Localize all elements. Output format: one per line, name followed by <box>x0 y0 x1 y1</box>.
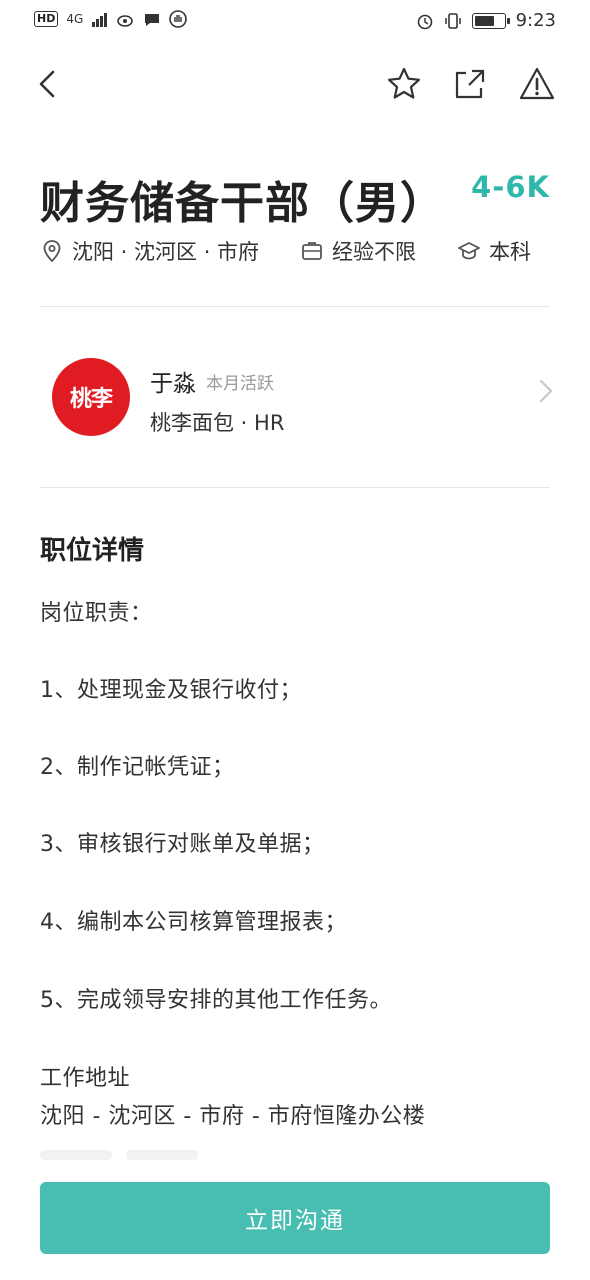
duties-heading: 岗位职责： <box>40 601 153 626</box>
address-heading: 工作地址 <box>40 1066 131 1091</box>
report-warning-icon <box>519 67 555 100</box>
chat-now-button[interactable]: 立即沟通 <box>40 1182 550 1254</box>
tag-chip <box>40 1150 112 1160</box>
education-text: 本科 <box>489 240 531 264</box>
duty-item: 2、制作记帐凭证； <box>40 755 235 780</box>
section-title-details: 职位详情 <box>40 536 145 566</box>
recruiter-name: 于淼 <box>150 371 196 397</box>
duty-item: 3、审核银行对账单及单据； <box>40 832 325 857</box>
network-type: 4G <box>66 12 84 26</box>
status-bar: HD 4G 9:23 <box>0 0 590 44</box>
duty-item: 5、完成领导安排的其他工作任务。 <box>40 988 392 1013</box>
briefcase-icon <box>302 242 322 260</box>
experience-text: 经验不限 <box>332 240 416 264</box>
job-location: 沈阳 · 沈河区 · 市府 <box>40 236 259 266</box>
location-text: 沈阳 · 沈河区 · 市府 <box>72 240 260 264</box>
status-time: 9:23 <box>515 10 556 31</box>
recruiter-activity: 本月活跃 <box>206 374 274 394</box>
job-experience: 经验不限 <box>300 236 416 266</box>
back-button[interactable] <box>26 62 70 106</box>
job-education: 本科 <box>457 236 531 266</box>
message-icon <box>145 14 160 26</box>
signal-icon <box>92 13 108 27</box>
graduation-cap-icon <box>458 242 480 260</box>
hand-icon <box>169 10 188 28</box>
company-logo: 桃李 <box>52 358 130 436</box>
recruiter-company-role: 桃李面包 · HR <box>150 411 285 435</box>
report-button[interactable] <box>515 62 559 106</box>
battery-icon <box>471 12 510 29</box>
vibrate-icon <box>444 12 461 29</box>
favorite-button[interactable] <box>382 62 426 106</box>
divider <box>40 306 550 307</box>
duty-item: 4、编制本公司核算管理报表； <box>40 910 347 935</box>
location-pin-icon <box>43 240 61 263</box>
star-icon <box>387 67 421 99</box>
divider <box>40 487 550 488</box>
alarm-icon <box>417 14 432 29</box>
weibo-icon <box>117 15 134 27</box>
duty-item: 1、处理现金及银行收付； <box>40 678 302 703</box>
share-icon <box>455 69 485 99</box>
share-button[interactable] <box>448 62 492 106</box>
back-arrow-icon <box>39 70 55 98</box>
chevron-right-icon <box>539 379 553 403</box>
salary-range: 4-6K <box>471 170 550 204</box>
tag-chip <box>126 1150 198 1160</box>
logo-text: 桃李 <box>69 387 113 412</box>
hd-badge: HD <box>34 11 59 27</box>
address-text: 沈阳 - 沈河区 - 市府 - 市府恒隆办公楼 <box>40 1104 426 1129</box>
job-title: 财务储备干部（男） <box>40 178 445 229</box>
